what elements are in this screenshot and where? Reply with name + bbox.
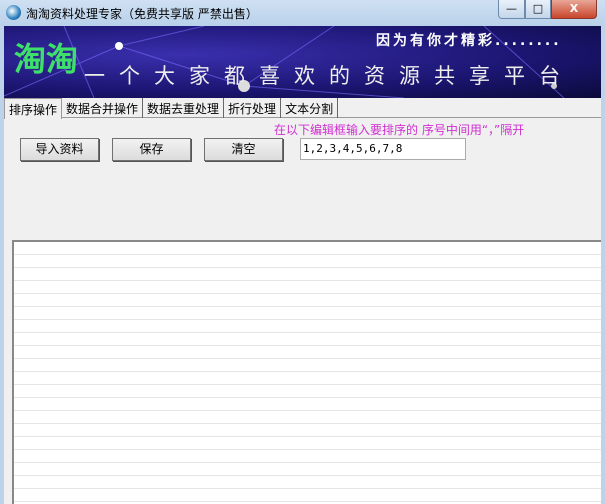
app-icon [6, 5, 21, 20]
sort-order-input[interactable]: 1,2,3,4,5,6,7,8 [300, 138, 466, 160]
data-list[interactable] [12, 240, 601, 504]
maximize-button[interactable]: □ [525, 0, 551, 19]
sort-hint: 在以下编辑框输入要排序的 序号中间用“，”隔开 [274, 123, 525, 137]
banner: 淘淘 因为有你才精彩........ 一个大家都喜欢的资源共享平台 [4, 26, 601, 98]
tagline-top: 因为有你才精彩........ [376, 33, 562, 49]
window-title: 淘淘资料处理专家（免费共享版 严禁出售） [26, 7, 258, 21]
tab-bar: 排序操作 数据合并操作 数据去重处理 折行处理 文本分割 [4, 98, 601, 119]
client-area: 淘淘 因为有你才精彩........ 一个大家都喜欢的资源共享平台 排序操作 数… [4, 26, 601, 504]
minimize-button[interactable]: — [498, 0, 525, 19]
tab-split[interactable]: 文本分割 [281, 98, 339, 118]
tab-sort[interactable]: 排序操作 [4, 98, 63, 119]
logo-text: 淘淘 [14, 40, 79, 78]
import-button[interactable]: 导入资料 [20, 138, 99, 161]
tagline: 一个大家都喜欢的资源共享平台 [84, 64, 574, 88]
tab-merge[interactable]: 数据合并操作 [62, 98, 144, 118]
tab-wrap[interactable]: 折行处理 [224, 98, 282, 118]
clear-button[interactable]: 清空 [204, 138, 283, 161]
tab-dedupe[interactable]: 数据去重处理 [143, 98, 225, 118]
close-button[interactable]: X [551, 0, 597, 19]
save-button[interactable]: 保存 [112, 138, 191, 161]
title-bar: 淘淘资料处理专家（免费共享版 严禁出售） — □ X [0, 0, 605, 26]
